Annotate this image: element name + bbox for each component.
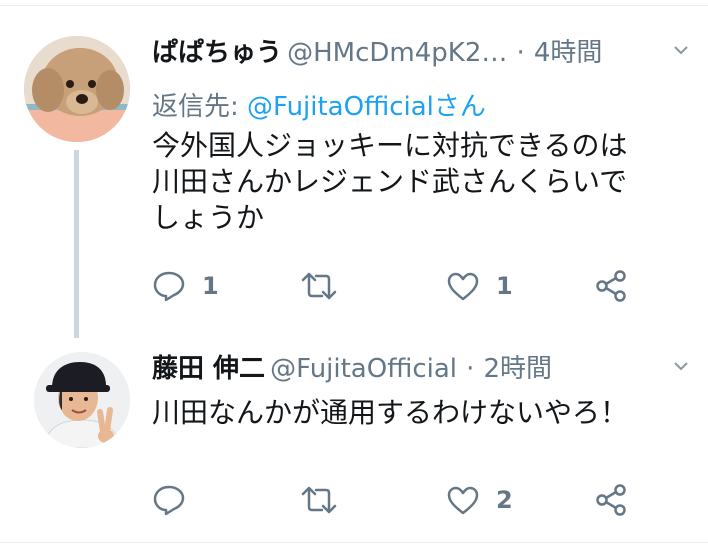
like-count: 2 (496, 486, 513, 514)
reply-count: 1 (202, 272, 219, 300)
like-count: 1 (496, 272, 513, 300)
heart-icon (446, 271, 480, 301)
separator-dot: · (466, 354, 475, 384)
retweet-button[interactable] (300, 480, 354, 520)
chevron-down-icon[interactable] (674, 358, 688, 372)
reply-to-label: 返信先: (152, 92, 239, 122)
tweet-text-line: 川田なんかが通用するわけないやろ！ (152, 396, 629, 429)
heart-icon (446, 485, 480, 515)
share-button[interactable] (594, 266, 628, 306)
reply-context: 返信先: @FujitaOfficialさん (152, 86, 486, 123)
tweet[interactable]: 藤田 伸二 @FujitaOfficial · 2時間 川田なんかが通用するわけ… (0, 340, 708, 540)
timestamp[interactable]: 4時間 (534, 38, 603, 68)
retweet-button[interactable] (300, 266, 354, 306)
retweet-icon (300, 271, 338, 301)
share-icon (594, 270, 628, 302)
separator-dot: · (516, 38, 525, 68)
reply-to-link[interactable]: @FujitaOfficialさん (247, 92, 486, 122)
tweet-text: 川田なんかが通用するわけないやろ！ (152, 395, 672, 431)
retweet-icon (300, 485, 338, 515)
tweet-text-line: 今外国人ジョッキーに対抗できるのは (152, 129, 628, 162)
user-handle[interactable]: @HMcDm4pK2… (287, 38, 507, 68)
tweet-text-line: しょうか (152, 201, 265, 234)
user-handle[interactable]: @FujitaOfficial (270, 354, 457, 384)
display-name[interactable]: 藤田 伸二 (152, 354, 265, 384)
reply-button[interactable] (152, 480, 202, 520)
reply-icon (152, 270, 186, 302)
bottom-divider (0, 542, 708, 543)
tweet-text-line: 川田さんかレジェンド武さんくらいで (152, 165, 628, 198)
avatar-dog[interactable] (24, 36, 130, 142)
display-name[interactable]: ぱぱちゅう (152, 38, 282, 68)
tweet-actions: 2 (152, 480, 652, 520)
tweet-header: ぱぱちゅう @HMcDm4pK2… · 4時間 (152, 32, 602, 69)
share-icon (594, 484, 628, 516)
chevron-down-icon[interactable] (674, 42, 688, 56)
tweet-actions: 1 1 (152, 266, 652, 306)
tweet-text: 今外国人ジョッキーに対抗できるのは 川田さんかレジェンド武さんくらいで しょうか (152, 128, 672, 236)
avatar-person[interactable] (34, 352, 130, 448)
share-button[interactable] (594, 480, 628, 520)
like-button[interactable]: 2 (446, 480, 513, 520)
timestamp[interactable]: 2時間 (483, 354, 552, 384)
like-button[interactable]: 1 (446, 266, 513, 306)
thread-line (74, 150, 79, 338)
tweet-header: 藤田 伸二 @FujitaOfficial · 2時間 (152, 348, 552, 385)
reply-icon (152, 484, 186, 516)
reply-button[interactable]: 1 (152, 266, 219, 306)
tweet[interactable]: ぱぱちゅう @HMcDm4pK2… · 4時間 返信先: @FujitaOffi… (0, 0, 708, 340)
